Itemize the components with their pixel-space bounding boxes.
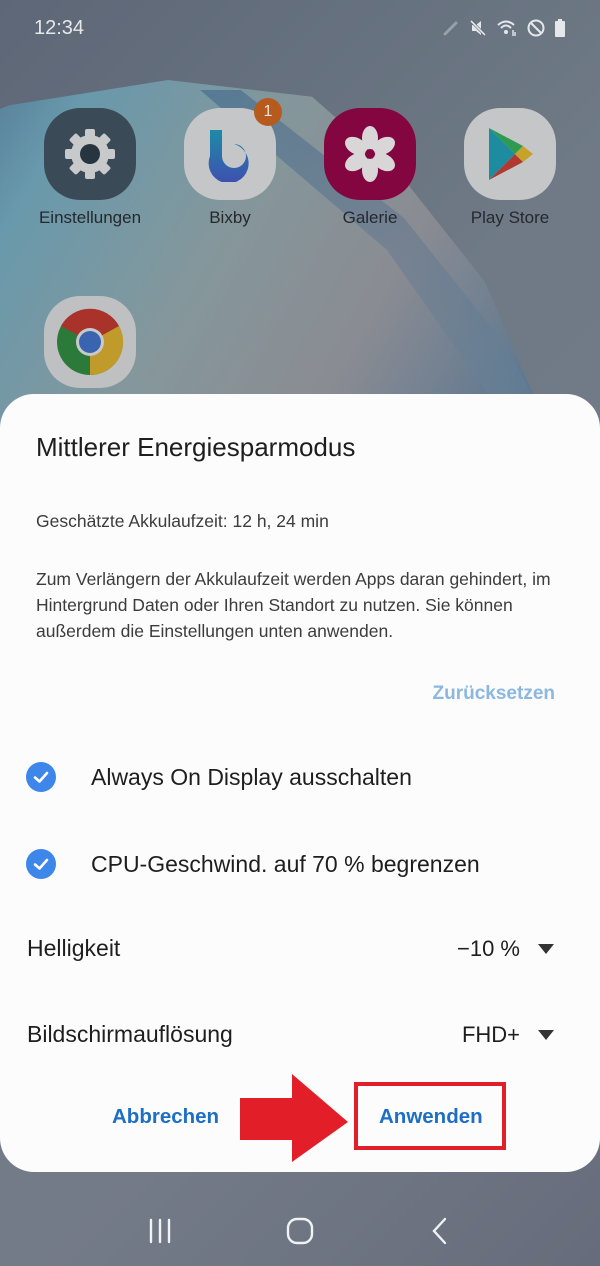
recent-apps-button[interactable] (130, 1206, 190, 1256)
option-label: CPU-Geschwind. auf 70 % begrenzen (91, 850, 480, 877)
select-label: Helligkeit (27, 935, 121, 961)
caret-down-icon (538, 943, 554, 954)
dialog-title: Mittlerer Energiesparmodus (36, 432, 356, 462)
battery-icon (554, 18, 566, 38)
app-label: Bixby (209, 208, 251, 227)
app-label: Play Store (470, 208, 550, 227)
red-arrow-annotation (240, 1074, 348, 1162)
back-button[interactable] (410, 1206, 470, 1256)
mute-icon (468, 18, 488, 38)
navigation-bar (0, 1196, 600, 1266)
caret-down-icon (538, 1029, 554, 1040)
app-einstellungen[interactable]: Einstellungen (30, 108, 150, 228)
app-play-store[interactable]: Play Store (450, 108, 570, 228)
select-brightness[interactable]: Helligkeit −10 % (27, 935, 554, 962)
highlight-box-annotation (354, 1082, 506, 1150)
app-chrome[interactable] (30, 296, 150, 388)
chrome-icon (44, 296, 136, 388)
do-not-disturb-icon (526, 18, 546, 38)
select-label: Bildschirmauflösung (27, 1021, 233, 1047)
select-value: FHD+ (461, 1021, 520, 1047)
status-time: 12:34 (34, 16, 85, 39)
home-icon (286, 1217, 314, 1245)
checkbox-checked-icon[interactable] (26, 849, 56, 879)
recent-apps-icon (149, 1218, 171, 1244)
option-label: Always On Display ausschalten (91, 763, 412, 790)
back-icon (432, 1217, 447, 1245)
home-button[interactable] (270, 1206, 330, 1256)
option-always-on-display[interactable]: Always On Display ausschalten (26, 762, 412, 792)
edit-pencil-icon (442, 19, 460, 37)
app-bixby[interactable]: 1 Bixby (170, 98, 290, 228)
play-store-icon (464, 108, 556, 200)
notification-badge: 1 (254, 98, 282, 126)
app-label: Einstellungen (38, 208, 142, 227)
resolution-dropdown[interactable]: FHD+ (462, 1022, 554, 1048)
power-saving-dialog: Mittlerer Energiesparmodus Geschätzte Ak… (0, 394, 600, 1172)
select-value: −10 % (457, 935, 520, 961)
gallery-flower-icon (324, 108, 416, 200)
battery-estimate: Geschätzte Akkulaufzeit: 12 h, 24 min (36, 511, 329, 531)
brightness-dropdown[interactable]: −10 % (457, 936, 554, 962)
bixby-icon: 1 (184, 98, 282, 200)
select-resolution[interactable]: Bildschirmauflösung FHD+ (27, 1021, 554, 1048)
option-cpu-limit[interactable]: CPU-Geschwind. auf 70 % begrenzen (26, 849, 480, 879)
status-bar: 12:34 (0, 0, 600, 56)
dialog-description: Zum Verlängern der Akkulaufzeit werden A… (36, 569, 551, 641)
app-label: Galerie (342, 208, 398, 227)
settings-gear-icon (44, 108, 136, 200)
reset-button[interactable]: Zurücksetzen (433, 683, 555, 705)
app-galerie[interactable]: Galerie (310, 108, 430, 228)
checkbox-checked-icon[interactable] (26, 762, 56, 792)
cancel-button[interactable]: Abbrechen (112, 1105, 219, 1129)
wifi-icon (496, 18, 518, 38)
status-icons (442, 18, 566, 38)
